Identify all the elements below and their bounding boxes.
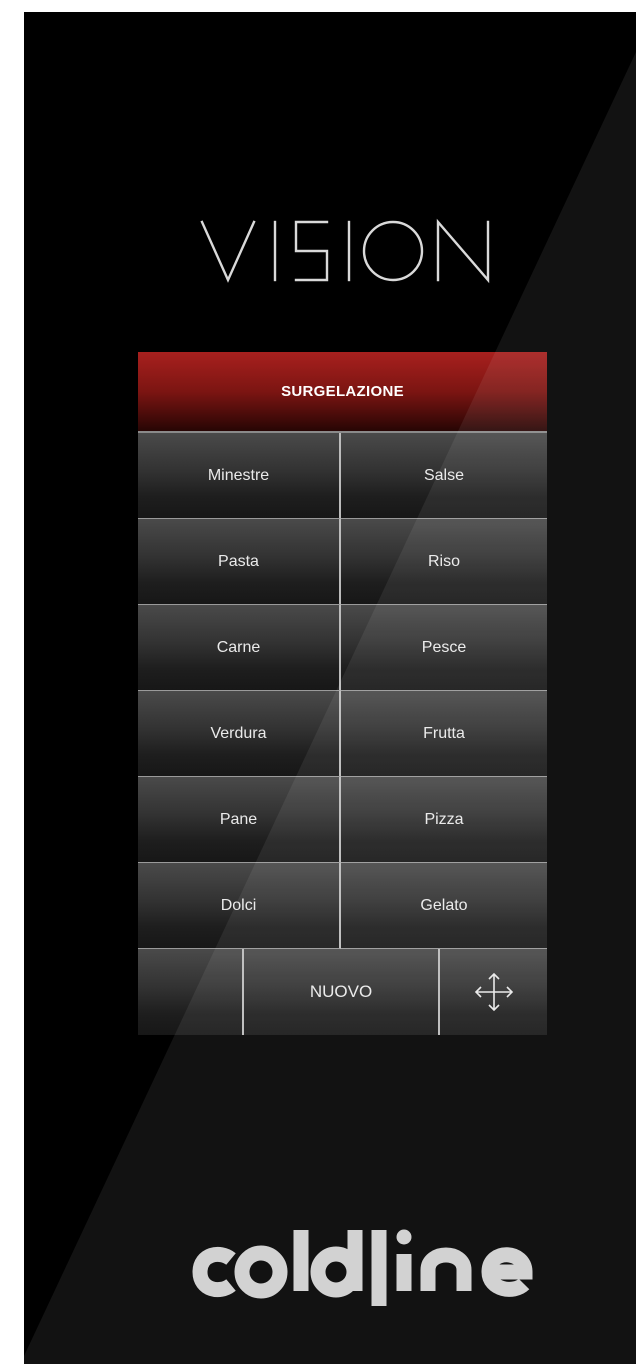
category-button-pane[interactable]: Pane — [138, 777, 341, 863]
category-button-dolci[interactable]: Dolci — [138, 863, 341, 949]
category-button-gelato[interactable]: Gelato — [341, 863, 547, 949]
device-panel: SURGELAZIONE Minestre Salse Pasta Riso C… — [24, 12, 636, 1364]
category-grid: Minestre Salse Pasta Riso Carne Pesce Ve… — [138, 433, 547, 949]
category-button-minestre[interactable]: Minestre — [138, 433, 341, 519]
menu-footer: NUOVO — [138, 949, 547, 1035]
category-button-frutta[interactable]: Frutta — [341, 691, 547, 777]
menu-title: SURGELAZIONE — [138, 352, 547, 433]
freezing-menu: SURGELAZIONE Minestre Salse Pasta Riso C… — [138, 352, 547, 1035]
category-button-pasta[interactable]: Pasta — [138, 519, 341, 605]
new-button[interactable]: NUOVO — [244, 949, 440, 1035]
move-button[interactable] — [440, 949, 547, 1035]
category-button-pesce[interactable]: Pesce — [341, 605, 547, 691]
category-button-verdura[interactable]: Verdura — [138, 691, 341, 777]
category-button-salse[interactable]: Salse — [341, 433, 547, 519]
category-button-riso[interactable]: Riso — [341, 519, 547, 605]
back-button[interactable] — [138, 949, 244, 1035]
category-button-carne[interactable]: Carne — [138, 605, 341, 691]
move-arrows-icon — [474, 972, 513, 1012]
coldline-logo — [192, 1229, 533, 1306]
category-button-pizza[interactable]: Pizza — [341, 777, 547, 863]
vision-logo — [200, 218, 490, 284]
